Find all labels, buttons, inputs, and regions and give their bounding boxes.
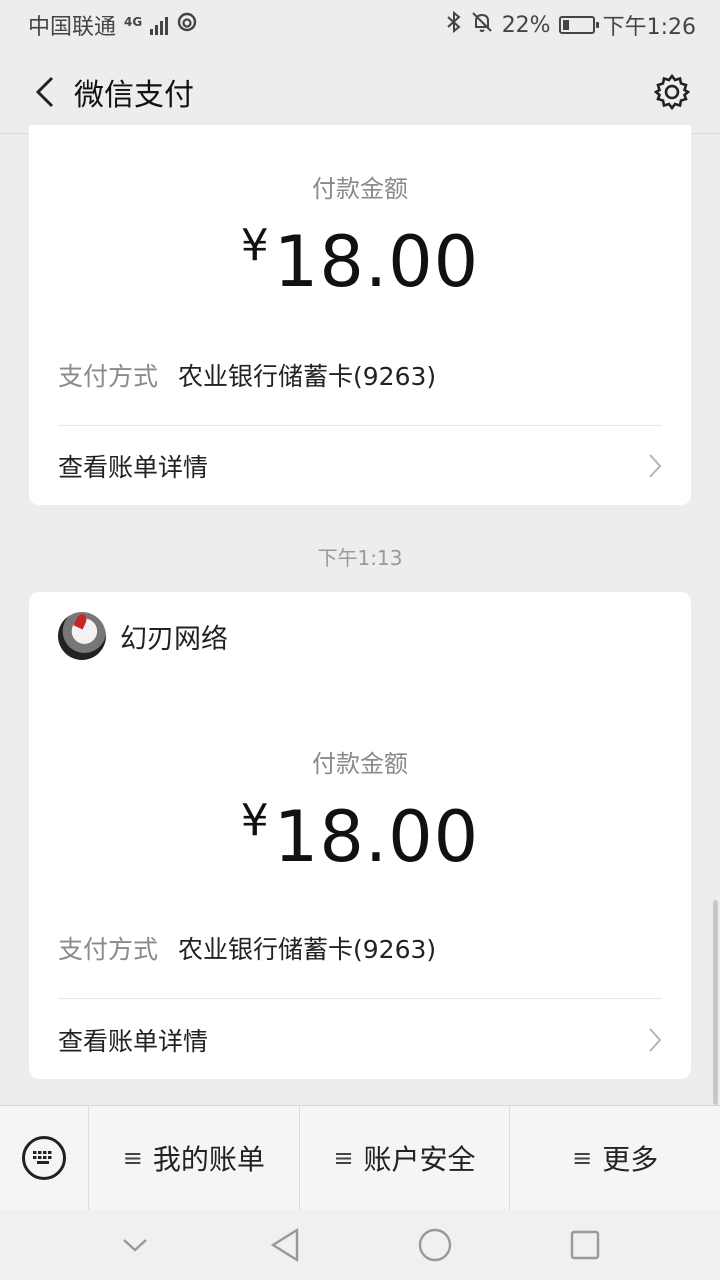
menu-item-label: 账户安全 (363, 1143, 476, 1176)
square-recents-icon (570, 1230, 600, 1260)
page-title: 微信支付 (74, 77, 194, 113)
menu-account-security[interactable]: ≡ 账户安全 (298, 1106, 510, 1210)
detail-link-label: 查看账单详情 (58, 1027, 209, 1056)
merchant-header[interactable]: 幻刃网络 (58, 612, 228, 660)
amount-value: 18.00 (273, 221, 480, 303)
hamburger-icon: ≡ (122, 1144, 143, 1172)
divider (58, 425, 662, 426)
payment-card-1: 付款金额 ¥18.00 支付方式 农业银行储蓄卡(9263) 查看账单详情 (29, 125, 691, 505)
pay-method-row: 支付方式 农业银行储蓄卡(9263) (58, 930, 436, 966)
menu-more[interactable]: ≡ 更多 (509, 1106, 720, 1210)
message-timestamp: 下午1:13 (317, 546, 403, 570)
bottom-menu: ≡ 我的账单 ≡ 账户安全 ≡ 更多 (0, 1105, 720, 1210)
menu-item-label: 更多 (602, 1143, 659, 1176)
chevron-right-icon (649, 454, 662, 478)
chevron-down-icon (123, 1239, 147, 1252)
currency-symbol: ¥ (240, 795, 270, 846)
settings-button[interactable] (648, 68, 696, 116)
amount-value: 18.00 (273, 796, 480, 878)
keyboard-toggle-button[interactable] (0, 1106, 89, 1210)
network-type: 4G (124, 15, 143, 29)
back-button[interactable] (24, 62, 64, 122)
battery-percent: 22% (501, 12, 551, 38)
status-time: 下午1:26 (602, 15, 696, 40)
detail-link-label: 查看账单详情 (58, 453, 209, 482)
merchant-avatar[interactable] (58, 612, 106, 660)
menu-item-label: 我的账单 (152, 1143, 265, 1176)
amount-label: 付款金额 (312, 175, 408, 203)
hide-keyboard-button[interactable] (105, 1215, 165, 1275)
battery-fill (562, 20, 569, 30)
keyboard-icon (22, 1136, 66, 1180)
circle-home-icon (418, 1228, 452, 1262)
carrier-name: 中国联通 (28, 15, 117, 40)
nav-back-button[interactable] (255, 1215, 315, 1275)
status-left: 中国联通 4G (28, 9, 198, 41)
nav-recents-button[interactable] (555, 1215, 615, 1275)
system-nav-bar (0, 1210, 720, 1280)
payment-amount: ¥18.00 (29, 795, 691, 878)
amount-label: 付款金额 (312, 750, 408, 778)
nav-home-button[interactable] (405, 1215, 465, 1275)
hotspot-icon (176, 11, 198, 39)
status-bar: 中国联通 4G 22% 下午1:26 (0, 0, 720, 50)
status-right: 22% 下午1:26 (446, 9, 696, 41)
app-header: 微信支付 (0, 50, 720, 134)
merchant-name: 幻刃网络 (120, 623, 228, 655)
signal-icon (150, 15, 169, 35)
bluetooth-icon (446, 10, 462, 40)
triangle-back-icon (270, 1227, 299, 1263)
pay-method-label: 支付方式 (58, 362, 159, 391)
hamburger-icon: ≡ (572, 1144, 593, 1172)
chevron-right-icon (649, 1028, 662, 1052)
mute-bell-icon (470, 10, 494, 40)
currency-symbol: ¥ (240, 220, 270, 271)
chevron-left-icon (35, 76, 54, 107)
gear-icon (653, 73, 691, 110)
payment-card-2: 幻刃网络 付款金额 ¥18.00 支付方式 农业银行储蓄卡(9263) 查看账单… (29, 592, 691, 1079)
pay-method-label: 支付方式 (58, 935, 159, 964)
pay-method-value: 农业银行储蓄卡(9263) (178, 362, 437, 391)
payment-amount: ¥18.00 (29, 220, 691, 303)
pay-method-value: 农业银行储蓄卡(9263) (178, 935, 437, 964)
pay-method-row: 支付方式 农业银行储蓄卡(9263) (58, 357, 436, 393)
battery-icon (558, 16, 599, 34)
hamburger-icon: ≡ (333, 1144, 354, 1172)
menu-my-bills[interactable]: ≡ 我的账单 (89, 1106, 299, 1210)
view-bill-details-link[interactable]: 查看账单详情 (58, 436, 662, 496)
view-bill-details-link[interactable]: 查看账单详情 (58, 1010, 662, 1070)
divider (58, 998, 662, 999)
scrollbar[interactable] (713, 900, 718, 1105)
